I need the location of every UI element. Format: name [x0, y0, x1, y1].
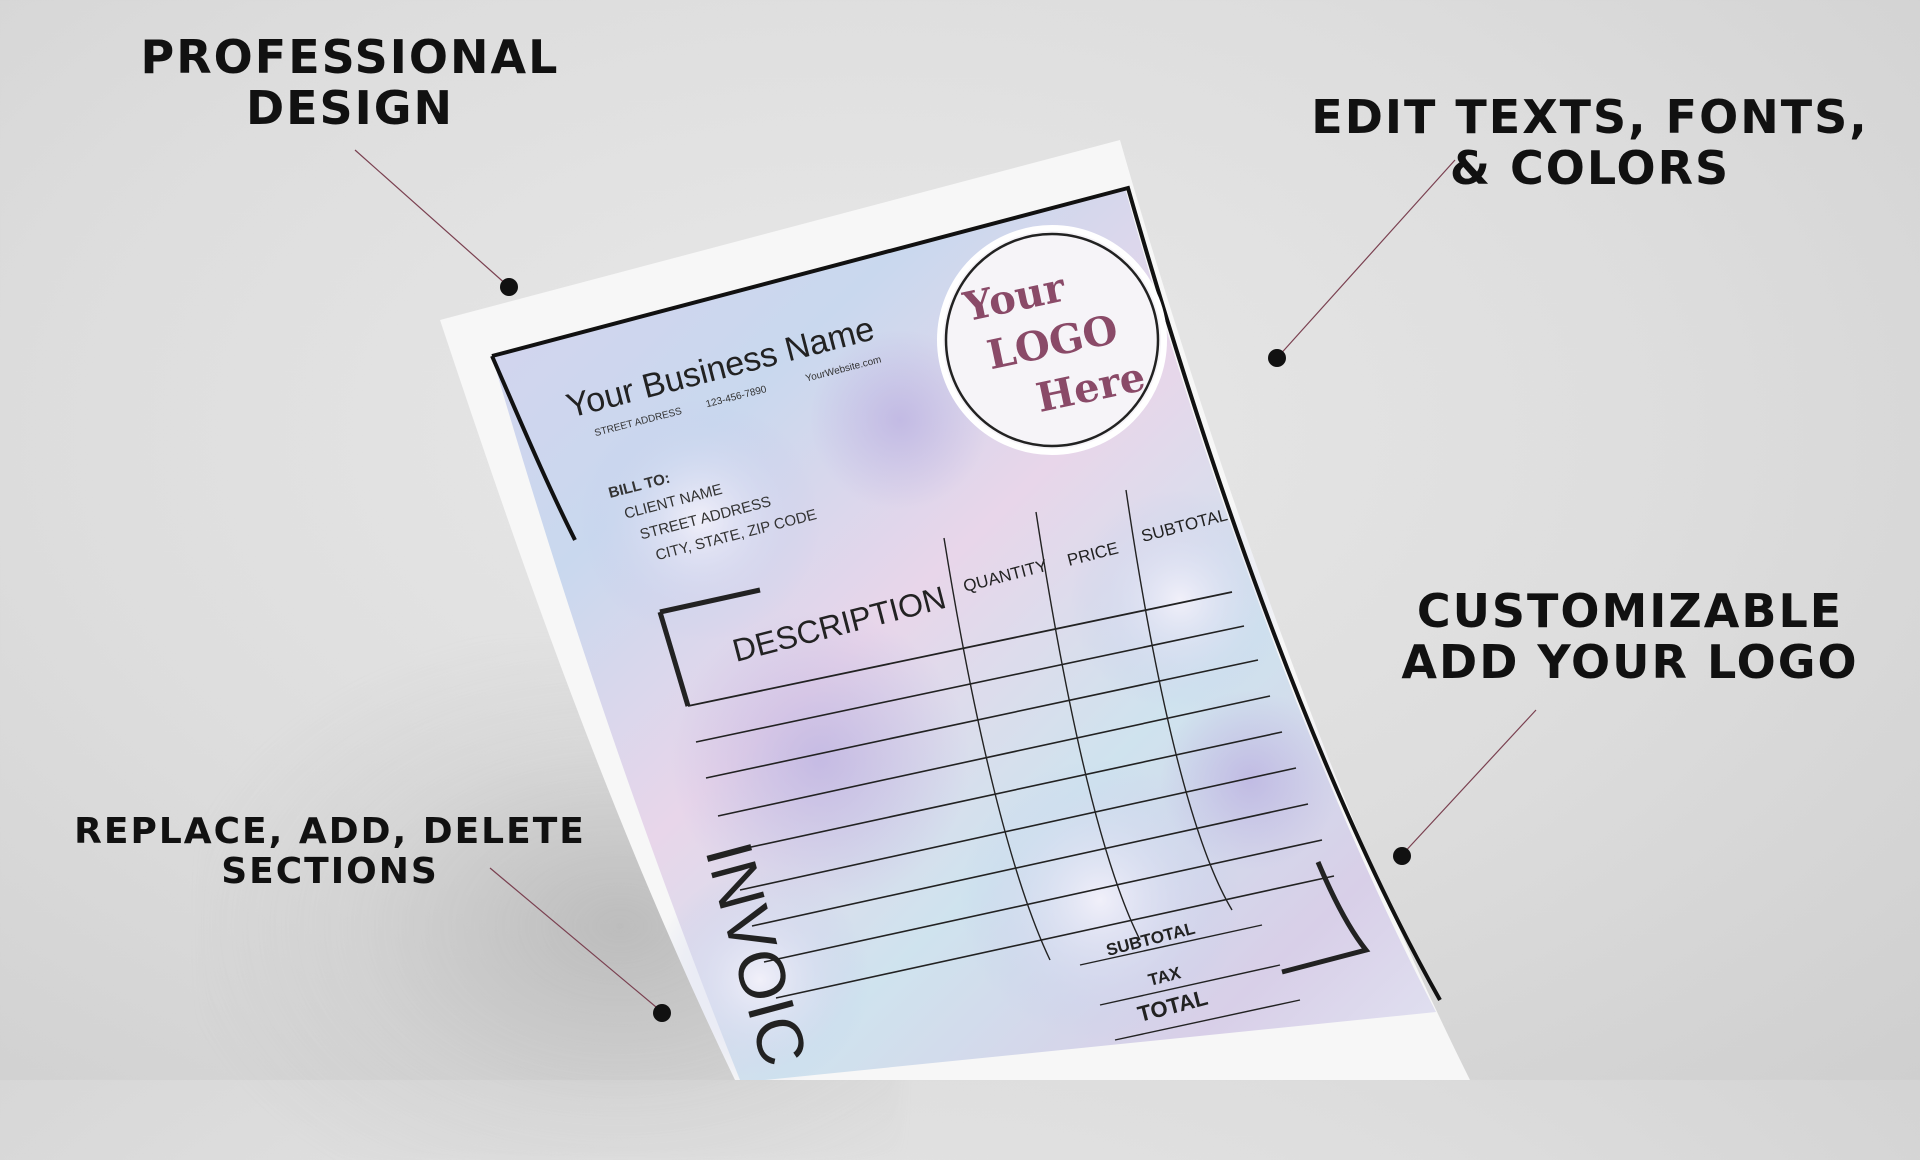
callout-professional-design: PROFESSIONAL DESIGN	[120, 32, 580, 133]
leader-line-custom	[1400, 709, 1537, 857]
callout-edit-line2: & COLORS	[1449, 140, 1731, 195]
logo-placeholder: Your LOGO Here	[937, 225, 1167, 455]
leader-line-professional	[354, 149, 509, 287]
callout-customizable: CUSTOMIZABLE ADD YOUR LOGO	[1380, 586, 1880, 687]
callout-edit-texts: EDIT TEXTS, FONTS, & COLORS	[1300, 92, 1880, 193]
callout-replace-line2: SECTIONS	[221, 850, 439, 892]
callout-custom-line2: ADD YOUR LOGO	[1401, 634, 1859, 689]
callout-dot-replace	[653, 1004, 671, 1022]
callout-professional-line2: DESIGN	[245, 80, 455, 135]
callout-dot-professional	[500, 278, 518, 296]
callout-replace-sections: REPLACE, ADD, DELETE SECTIONS	[60, 812, 600, 891]
callout-custom-line1: CUSTOMIZABLE	[1416, 584, 1844, 638]
callout-dot-edit	[1268, 349, 1286, 367]
callout-replace-line1: REPLACE, ADD, DELETE	[74, 811, 586, 852]
callout-edit-line1: EDIT TEXTS, FONTS,	[1311, 90, 1869, 144]
callout-professional-line1: PROFESSIONAL	[140, 30, 560, 84]
callout-dot-custom	[1393, 847, 1411, 865]
